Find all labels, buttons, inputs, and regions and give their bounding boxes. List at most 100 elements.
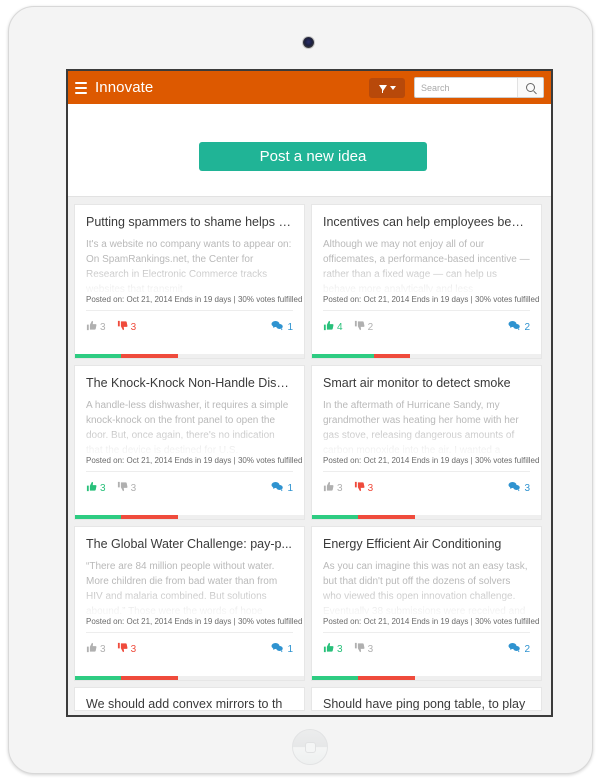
thumbs-up-icon [323, 320, 334, 334]
search-bar [414, 77, 544, 98]
upvote-button[interactable]: 4 [323, 320, 343, 334]
thumbs-up-icon [86, 481, 97, 495]
downvote-button[interactable]: 3 [354, 481, 373, 495]
downvote-button[interactable]: 3 [354, 642, 374, 656]
tablet-device-frame: Innovate Post a new idea Putting spammer… [8, 6, 593, 774]
thumbs-down-icon [354, 320, 365, 334]
thumbs-up-icon [323, 481, 334, 495]
comment-count: 1 [287, 482, 293, 494]
idea-card-excerpt: It's a website no company wants to appea… [86, 239, 292, 292]
votes-progress-bar [312, 515, 541, 519]
idea-card-actions: 3 3 3 [323, 472, 530, 495]
upvote-button[interactable]: 3 [323, 642, 343, 656]
idea-card-meta: Posted on: Oct 21, 2014 Ends in 19 days … [86, 453, 302, 472]
thumbs-down-icon [354, 642, 365, 656]
home-button-square-icon [305, 742, 316, 753]
hamburger-menu-icon[interactable] [75, 81, 87, 94]
post-new-idea-button[interactable]: Post a new idea [199, 142, 427, 171]
downvote-count: 3 [130, 321, 137, 333]
comment-count: 3 [524, 482, 530, 494]
idea-card-title[interactable]: The Knock-Knock Non-Handle Dish... [86, 376, 293, 390]
downvote-count: 2 [367, 321, 374, 333]
app-header: Innovate [68, 71, 551, 104]
downvote-button[interactable]: 3 [117, 481, 137, 495]
idea-card-excerpt: As you can imagine this was not an easy … [323, 561, 528, 614]
thumbs-down-icon [354, 481, 365, 495]
thumbs-up-icon [86, 320, 97, 334]
comment-bubble-icon [508, 481, 521, 495]
upvote-count: 3 [100, 643, 106, 655]
idea-card-meta: Posted on: Oct 21, 2014 Ends in 19 days … [323, 614, 539, 633]
idea-card-actions: 4 2 2 [323, 311, 530, 334]
idea-card-title[interactable]: The Global Water Challenge: pay-p... [86, 537, 293, 551]
votes-progress-bar [312, 354, 541, 358]
downvote-count: 3 [367, 643, 374, 655]
comment-bubble-icon [271, 320, 284, 334]
idea-card-excerpt: “There are 84 million people without wat… [86, 561, 278, 614]
idea-card-meta: Posted on: Oct 21, 2014 Ends in 19 days … [323, 453, 539, 472]
idea-card-excerpt: A handle-less dishwasher, it requires a … [86, 400, 289, 453]
idea-card-title[interactable]: Putting spammers to shame helps n... [86, 215, 293, 229]
idea-card-title[interactable]: Energy Efficient Air Conditioning [323, 537, 530, 551]
comment-bubble-icon [508, 642, 521, 656]
votes-progress-bar [75, 354, 304, 358]
comments-button[interactable]: 1 [271, 481, 293, 495]
comments-button[interactable]: 2 [508, 642, 530, 656]
idea-card[interactable]: Putting spammers to shame helps n... It's… [74, 204, 305, 359]
comment-bubble-icon [271, 642, 284, 656]
idea-card[interactable]: Energy Efficient Air Conditioning As you … [311, 526, 542, 681]
filter-dropdown-button[interactable] [369, 77, 405, 98]
brand-title: Innovate [95, 79, 154, 96]
upvote-count: 3 [337, 643, 343, 655]
front-camera-icon [303, 37, 314, 48]
upvote-count: 3 [100, 321, 106, 333]
upvote-button[interactable]: 3 [323, 481, 343, 495]
browser-screen: Innovate Post a new idea Putting spammer… [66, 69, 553, 717]
idea-card-excerpt: Although we may not enjoy all of our off… [323, 239, 530, 292]
votes-progress-bar [75, 676, 304, 680]
idea-card-grid: Putting spammers to shame helps n... It's… [68, 197, 551, 711]
votes-progress-bar [75, 515, 304, 519]
idea-card-title[interactable]: Smart air monitor to detect smoke [323, 376, 530, 390]
home-button[interactable] [292, 729, 328, 765]
search-input[interactable] [415, 78, 517, 97]
downvote-button[interactable]: 2 [354, 320, 374, 334]
search-submit-button[interactable] [517, 78, 543, 97]
idea-card-partial[interactable]: We should add convex mirrors to th [74, 687, 305, 711]
comments-button[interactable]: 3 [508, 481, 530, 495]
comments-button[interactable]: 2 [508, 320, 530, 334]
idea-card-title[interactable]: Incentives can help employees beha... [323, 215, 530, 229]
upvote-button[interactable]: 3 [86, 481, 106, 495]
thumbs-up-icon [86, 642, 97, 656]
upvote-button[interactable]: 3 [86, 320, 106, 334]
upvote-count: 3 [337, 482, 343, 494]
downvote-button[interactable]: 3 [117, 320, 137, 334]
upvote-button[interactable]: 3 [86, 642, 106, 656]
comment-count: 2 [524, 321, 530, 333]
idea-card-title[interactable]: We should add convex mirrors to th [86, 697, 293, 710]
magnifier-icon [526, 83, 535, 92]
idea-card-actions: 3 3 1 [86, 472, 293, 495]
downvote-count: 3 [130, 643, 137, 655]
thumbs-down-icon [117, 320, 128, 334]
comments-button[interactable]: 1 [271, 320, 293, 334]
idea-card-actions: 3 3 1 [86, 311, 293, 334]
idea-card-actions: 3 3 1 [86, 633, 293, 656]
comment-count: 2 [524, 643, 530, 655]
idea-card-title[interactable]: Should have ping pong table, to play [323, 697, 530, 710]
idea-card[interactable]: The Knock-Knock Non-Handle Dish... A hand… [74, 365, 305, 520]
comment-count: 1 [287, 643, 293, 655]
idea-card-actions: 3 3 2 [323, 633, 530, 656]
downvote-button[interactable]: 3 [117, 642, 137, 656]
chevron-down-icon [389, 85, 396, 90]
comments-button[interactable]: 1 [271, 642, 293, 656]
idea-card[interactable]: The Global Water Challenge: pay-p... “The… [74, 526, 305, 681]
idea-card-partial[interactable]: Should have ping pong table, to play [311, 687, 542, 711]
idea-card[interactable]: Smart air monitor to detect smoke In the … [311, 365, 542, 520]
thumbs-down-icon [117, 481, 128, 495]
thumbs-down-icon [117, 642, 128, 656]
downvote-count: 3 [130, 482, 137, 494]
idea-card[interactable]: Incentives can help employees beha... Alt… [311, 204, 542, 359]
idea-card-meta: Posted on: Oct 21, 2014 Ends in 19 days … [86, 292, 302, 311]
upvote-count: 3 [100, 482, 106, 494]
